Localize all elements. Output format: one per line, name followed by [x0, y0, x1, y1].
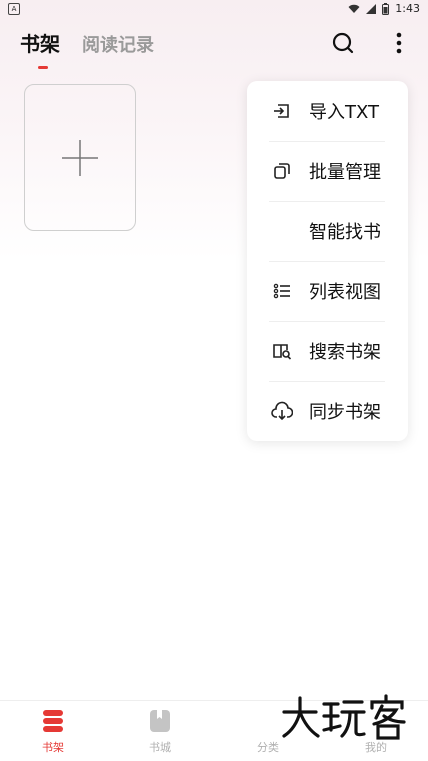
import-icon: [271, 100, 293, 122]
top-tabs: 书架 阅读记录: [20, 28, 154, 57]
nav-item-bookstore[interactable]: 书城: [130, 709, 190, 755]
status-time: 1:43: [395, 2, 420, 15]
menu-item-sync-shelf[interactable]: 同步书架: [247, 381, 408, 441]
menu-item-batch-manage[interactable]: 批量管理: [247, 141, 408, 201]
menu-item-label: 同步书架: [309, 402, 381, 423]
app-notification-icon: A: [8, 3, 20, 15]
book-search-icon: [271, 340, 293, 362]
nav-label: 分类: [257, 741, 279, 754]
menu-item-label: 列表视图: [309, 282, 381, 303]
wifi-icon: [348, 4, 360, 14]
plus-icon: [62, 140, 98, 176]
overflow-menu: 导入TXT 批量管理 智能找书 列表视图 搜索书架 同步书架: [247, 81, 408, 441]
menu-item-smart-find[interactable]: 智能找书: [247, 201, 408, 261]
category-icon: [258, 711, 267, 720]
book-icon: [150, 710, 170, 732]
menu-item-label: 批量管理: [309, 162, 381, 183]
bookshelf-icon: [43, 710, 63, 732]
nav-label: 书城: [149, 741, 171, 754]
menu-item-label: 导入TXT: [309, 102, 380, 123]
active-tab-indicator: [38, 66, 48, 69]
more-vertical-icon[interactable]: [384, 28, 414, 58]
list-view-icon: [271, 280, 293, 302]
menu-item-label: 智能找书: [309, 222, 381, 243]
copy-icon: [271, 160, 293, 182]
menu-item-import-txt[interactable]: 导入TXT: [247, 81, 408, 141]
tab-bookshelf[interactable]: 书架: [20, 28, 60, 57]
menu-item-search-shelf[interactable]: 搜索书架: [247, 321, 408, 381]
add-book-card[interactable]: [24, 84, 136, 231]
signal-icon: [366, 3, 377, 14]
nav-item-bookshelf[interactable]: 书架: [23, 709, 83, 755]
status-bar: A 1:43: [0, 0, 428, 18]
tab-reading-history[interactable]: 阅读记录: [82, 31, 154, 57]
menu-item-list-view[interactable]: 列表视图: [247, 261, 408, 321]
search-icon[interactable]: [328, 28, 358, 58]
menu-item-label: 搜索书架: [309, 342, 381, 363]
status-right: 1:43: [348, 2, 420, 15]
cloud-download-icon: [271, 400, 293, 422]
watermark-logo: [282, 694, 406, 740]
battery-icon: [382, 2, 390, 15]
nav-label: 书架: [42, 741, 64, 754]
